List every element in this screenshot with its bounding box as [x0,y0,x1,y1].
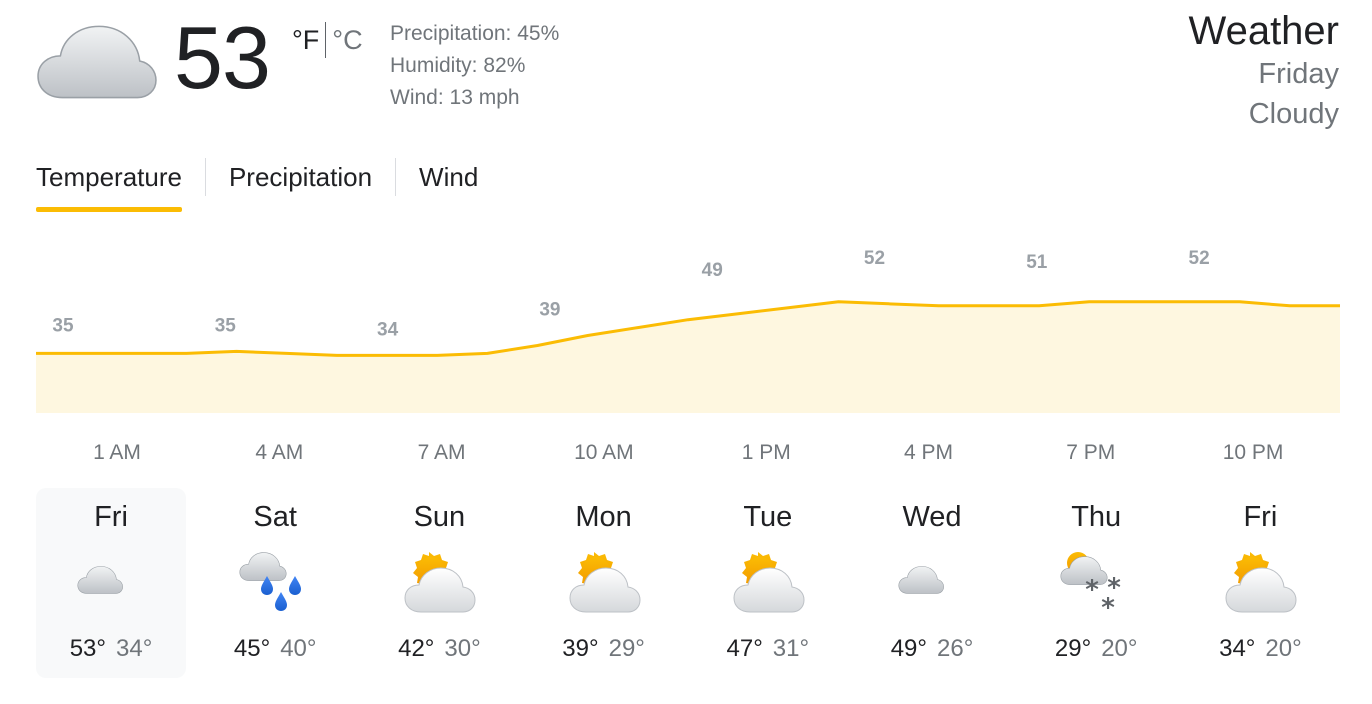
partly-cloudy-icon [728,546,808,616]
low-temperature: 20° [1265,635,1302,662]
low-temperature: 26° [937,635,974,662]
low-temperature: 20° [1101,635,1138,662]
day-temperatures: 47° 31° [693,634,843,664]
day-name: Fri [94,501,128,533]
hour-label: 1 PM [742,441,791,464]
cloudy-icon [36,18,158,108]
current-temperature: 53 [174,8,271,107]
temperature-value-label: 52 [864,248,885,269]
high-temperature: 53° [69,635,106,662]
hour-label: 10 AM [574,441,634,464]
temperature-value-label: 52 [1189,248,1210,269]
day-name: Sun [413,501,466,533]
day-forecast-sat[interactable]: Sat 45° 40° [200,488,350,678]
temperature-chart[interactable]: 35 1 AM 35 4 AM 34 7 AM 39 10 AM 49 1 PM 52 4 PM 51 7… [0,230,1372,480]
current-weather-icon [36,18,158,108]
low-temperature: 34° [116,635,153,662]
hour-label: 4 PM [904,441,953,464]
precipitation-text: Precipitation: 45% [390,22,560,45]
current-details: Precipitation: 45% Humidity: 82% Wind: 1… [390,18,559,114]
weather-day[interactable]: Friday [1189,54,1339,94]
temperature-value-label: 35 [52,315,74,336]
tab-precipitation[interactable]: Precipitation [229,156,372,214]
temperature-value-label: 34 [377,319,399,340]
temperature-value-label: 39 [539,300,560,321]
unit-toggle: °F °C [292,22,363,58]
low-temperature: 31° [772,635,810,662]
weather-heading: Weather Friday Cloudy [1189,8,1339,134]
day-forecast-fri[interactable]: Fri 53° 34° [36,488,186,678]
tab-divider [204,158,206,196]
hour-label: 1 AM [93,441,141,464]
partly-cloudy-icon [1220,546,1300,616]
partly-cloudy-icon [564,546,644,616]
day-forecast-tue[interactable]: Tue 47° 31° [693,488,843,678]
unit-fahrenheit-button[interactable]: °F [292,22,319,58]
rain-icon [235,546,315,616]
tab-divider [395,158,397,196]
day-forecast-fri[interactable]: Fri 34° 20° [1185,488,1335,678]
day-name: Mon [575,501,632,533]
cloudy-icon [71,546,151,616]
temperature-value-label: 49 [702,260,723,281]
low-temperature: 29° [608,635,645,662]
day-name: Tue [743,501,793,533]
tab-temperature[interactable]: Temperature [36,156,182,214]
day-forecast-thu[interactable]: Thu * * * 29° 20° [1021,488,1171,678]
day-name: Thu [1071,501,1122,533]
low-temperature: 40° [280,635,317,662]
svg-text:*: * [1085,575,1099,605]
day-forecast-mon[interactable]: Mon 39° 29° [529,488,679,678]
day-name: Wed [902,501,962,533]
high-temperature: 47° [726,635,763,662]
unit-celsius-button[interactable]: °C [332,22,362,58]
wind-text: Wind: 13 mph [390,86,520,109]
weather-title: Weather [1188,9,1339,53]
high-temperature: 45° [233,635,271,662]
day-name: Fri [1243,501,1278,533]
high-temperature: 42° [398,635,435,662]
high-temperature: 29° [1054,635,1092,662]
hour-label: 10 PM [1223,441,1284,464]
day-temperatures: 39° 29° [529,634,679,664]
high-temperature: 39° [562,635,599,662]
temperature-value-label: 35 [215,315,237,336]
partly-cloudy-icon [399,546,479,616]
day-temperatures: 34° 20° [1185,634,1335,664]
day-forecast-wed[interactable]: Wed 49° 26° [857,488,1007,678]
day-temperatures: 53° 34° [36,634,186,664]
day-temperatures: 42° 30° [364,634,514,664]
day-forecast-sun[interactable]: Sun 42° 30° [364,488,514,678]
hour-label: 7 AM [418,441,466,464]
humidity-text: Humidity: 82% [390,54,526,77]
day-name: Sat [253,501,297,533]
cloudy-icon [892,546,972,616]
unit-divider [325,22,327,58]
hour-label: 7 PM [1066,441,1115,464]
day-temperatures: 45° 40° [200,634,350,664]
high-temperature: 34° [1219,635,1256,662]
temperature-value-label: 51 [1026,252,1048,273]
snow-showers-icon: * * * [1056,546,1136,623]
tab-wind[interactable]: Wind [419,156,478,214]
svg-text:*: * [1101,593,1115,616]
low-temperature: 30° [444,635,481,662]
daily-forecast: Fri 53° 34° Sat 45° 40° Sun 42° 30° Mon 39° 29° Tue 4… [36,488,1346,678]
forecast-tabs: Temperature Precipitation Wind [36,156,478,216]
day-temperatures: 49° 26° [857,634,1007,664]
weather-condition: Cloudy [1248,98,1339,130]
high-temperature: 49° [890,635,927,662]
day-temperatures: 29° 20° [1021,634,1171,664]
hour-label: 4 AM [255,441,303,464]
